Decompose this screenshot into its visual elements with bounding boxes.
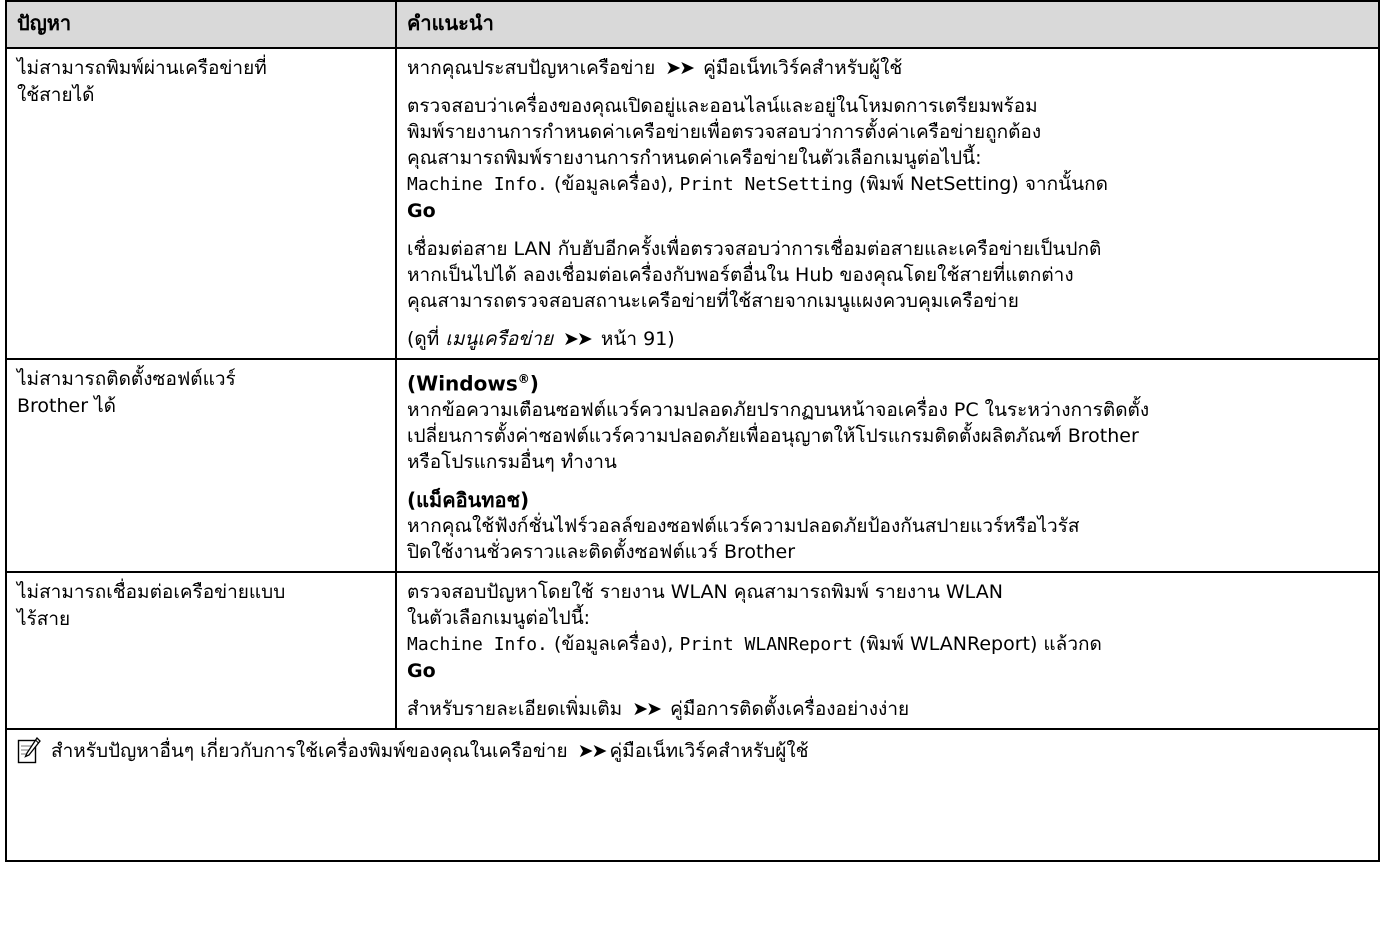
troubleshooting-page: ปัญหา คำแนะนำ ไม่สามารถพิมพ์ผ่านเครือข่า… [0, 0, 1382, 945]
advice-paragraph: ตรวจสอบว่าเครื่องของคุณเปิดอยู่และออนไลน… [407, 95, 1108, 222]
problem-cell: ไม่สามารถเชื่อมต่อเครือข่ายแบบ ไร้สาย [5, 570, 397, 730]
note-row: สำหรับปัญหาอื่นๆ เกี่ยวกับการใช้เครื่องพ… [5, 727, 1380, 862]
problem-text-line: Brother ได้ [17, 395, 116, 417]
note-pencil-icon [17, 736, 41, 765]
advice-paragraph: หากคุณใช้ฟังก์ชั่นไฟร์วอลล์ของซอฟต์แวร์ค… [407, 514, 1080, 563]
arrow-icon: ➤➤ [665, 57, 695, 79]
table-row: ไม่สามารถพิมพ์ผ่านเครือข่ายที่ ใช้สายได้… [5, 47, 1380, 360]
go-key: Go [407, 659, 436, 682]
problem-text-line: ไม่สามารถเชื่อมต่อเครือข่ายแบบ [17, 580, 286, 603]
header-problem: ปัญหา [5, 0, 397, 49]
advice-paragraph: หากข้อความเตือนซอฟต์แวร์ความปลอดภัยปรากฏ… [407, 398, 1150, 473]
problem-text-line: ไม่สามารถพิมพ์ผ่านเครือข่ายที่ [17, 57, 267, 79]
table-header-row: ปัญหา คำแนะนำ [5, 0, 1380, 49]
table-row: ไม่สามารถเชื่อมต่อเครือข่ายแบบ ไร้สาย ตร… [5, 570, 1380, 730]
arrow-icon: ➤➤ [577, 739, 608, 762]
problem-text-line: ไร้สาย [17, 607, 71, 630]
advice-paragraph: เชื่อมต่อสาย LAN กับฮับอีกครั้งเพื่อตรวจ… [407, 238, 1102, 312]
problem-text-line: ใช้สายได้ [17, 84, 95, 106]
manual-reference: คู่มือการติดตั้งเครื่องอย่างง่าย [670, 697, 910, 720]
troubleshooting-table: ปัญหา คำแนะนำ ไม่สามารถพิมพ์ผ่านเครือข่า… [5, 0, 1380, 862]
advice-paragraph: ตรวจสอบปัญหาโดยใช้ รายงาน WLAN คุณสามารถ… [407, 580, 1102, 682]
menu-path: Print WLANReport [679, 633, 853, 655]
os-heading: (แม็คอินทอช) [407, 487, 530, 512]
go-key: Go [407, 200, 436, 222]
advice-cell: ตรวจสอบปัญหาโดยใช้ รายงาน WLAN คุณสามารถ… [395, 570, 1380, 730]
table-row: ไม่สามารถติดตั้งซอฟต์แวร์ Brother ได้ (W… [5, 358, 1380, 573]
note-cell: สำหรับปัญหาอื่นๆ เกี่ยวกับการใช้เครื่องพ… [5, 727, 1380, 862]
cross-reference: เมนูเครือข่าย [445, 328, 553, 350]
menu-path: Machine Info. [407, 633, 548, 655]
problem-cell: ไม่สามารถติดตั้งซอฟต์แวร์ Brother ได้ [5, 358, 397, 573]
advice-paragraph: หากคุณประสบปัญหาเครือข่าย ➤➤ คู่มือเน็ทเ… [407, 57, 903, 79]
problem-cell: ไม่สามารถพิมพ์ผ่านเครือข่ายที่ ใช้สายได้ [5, 47, 397, 360]
note-text: สำหรับปัญหาอื่นๆ เกี่ยวกับการใช้เครื่องพ… [51, 739, 568, 762]
manual-reference: คู่มือเน็ทเวิร์คสำหรับผู้ใช้ [703, 57, 903, 79]
advice-cell: หากคุณประสบปัญหาเครือข่าย ➤➤ คู่มือเน็ทเ… [395, 47, 1380, 360]
problem-text-line: ไม่สามารถติดตั้งซอฟต์แวร์ [17, 368, 236, 390]
menu-path: Machine Info. [407, 174, 548, 195]
advice-cell: (Windows®) หากข้อความเตือนซอฟต์แวร์ความป… [395, 358, 1380, 573]
arrow-icon: ➤➤ [632, 697, 662, 720]
manual-reference: คู่มือเน็ทเวิร์คสำหรับผู้ใช้ [609, 739, 809, 762]
menu-path: Print NetSetting [679, 174, 853, 195]
advice-paragraph: (ดูที่ เมนูเครือข่าย ➤➤ หน้า 91) [407, 328, 675, 350]
os-heading: (Windows®) [407, 371, 539, 396]
advice-paragraph: สำหรับรายละเอียดเพิ่มเติม ➤➤ คู่มือการติ… [407, 697, 910, 720]
header-advice: คำแนะนำ [395, 0, 1380, 49]
arrow-icon: ➤➤ [563, 328, 593, 350]
